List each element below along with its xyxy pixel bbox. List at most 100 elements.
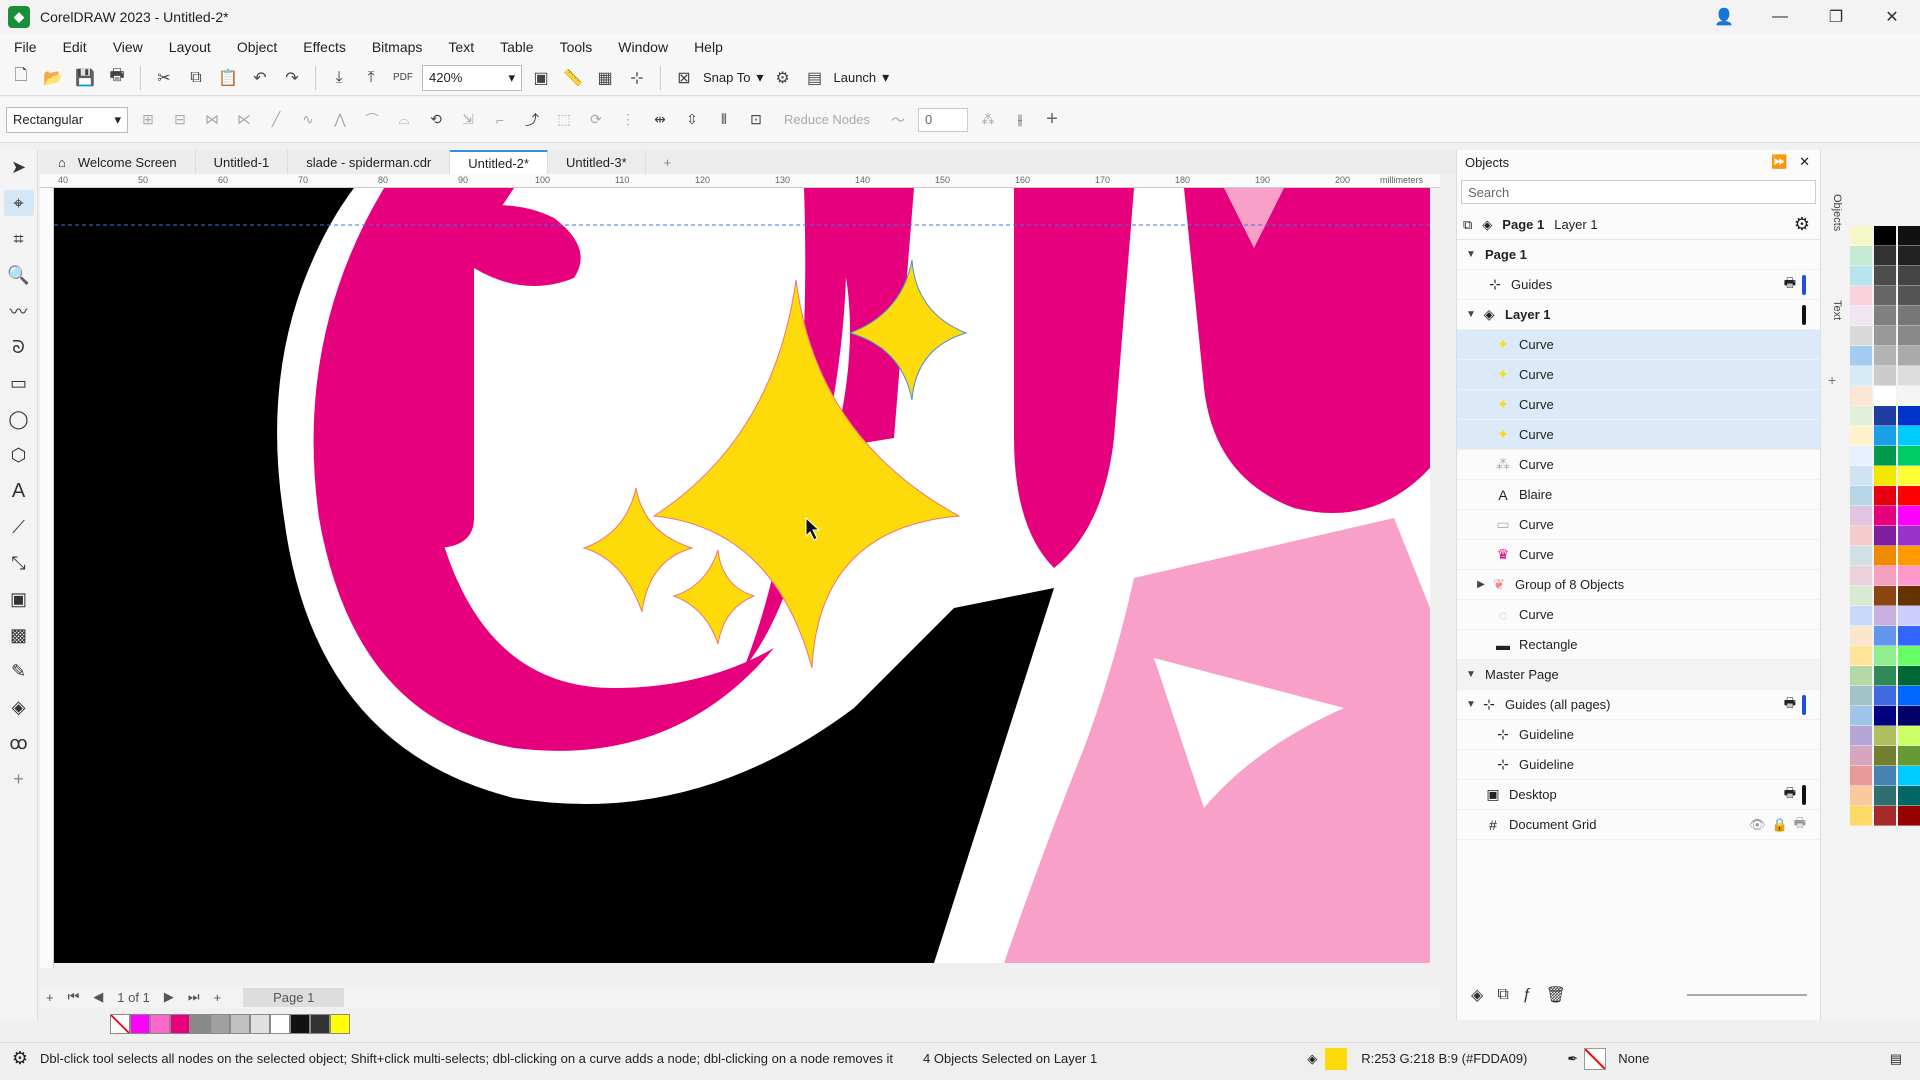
extend-curve-icon[interactable]: ⇲ — [456, 108, 480, 132]
selection-mode-select[interactable]: Rectangular ▾ — [6, 106, 128, 133]
outline-none-swatch[interactable] — [1584, 1047, 1607, 1070]
visibility-eye-icon[interactable]: 👁 — [1749, 817, 1766, 833]
align-nodes-icon[interactable]: ⋮ — [616, 108, 640, 132]
color-swatch[interactable] — [1898, 646, 1920, 666]
options-gear-icon[interactable]: ⚙ — [770, 65, 796, 91]
tree-row-curve[interactable]: ✦ Curve — [1457, 390, 1820, 420]
color-swatch[interactable] — [1898, 486, 1920, 506]
tree-row-curve[interactable]: ✦ Curve — [1457, 420, 1820, 450]
crop-tool-icon[interactable]: ⌗ — [4, 226, 34, 252]
add-node-icon[interactable]: ⊞ — [136, 108, 160, 132]
tree-row-guides[interactable]: ⊹ Guides 🖶 — [1457, 270, 1820, 300]
tab-slade-spiderman[interactable]: slade - spiderman.cdr — [288, 150, 451, 174]
color-swatch[interactable] — [1898, 366, 1920, 386]
color-swatch[interactable] — [210, 1014, 230, 1034]
tree-row-curve[interactable]: ✦ Curve — [1457, 330, 1820, 360]
export-icon[interactable]: ⤒ — [358, 65, 384, 91]
color-swatch[interactable] — [1850, 706, 1872, 726]
color-swatch[interactable] — [1898, 566, 1920, 586]
color-swatch[interactable] — [1898, 266, 1920, 286]
color-swatch[interactable] — [1850, 606, 1872, 626]
tree-row-rectangle[interactable]: ▬ Rectangle — [1457, 630, 1820, 660]
color-swatch[interactable] — [1898, 466, 1920, 486]
color-settings-icon[interactable]: ▤ — [1890, 1051, 1902, 1067]
page-tab[interactable]: Page 1 — [243, 987, 345, 1007]
color-swatch[interactable] — [1898, 226, 1920, 246]
tree-row-layer-1[interactable]: ▼ ◈ Layer 1 — [1457, 300, 1820, 330]
color-swatch[interactable] — [1874, 726, 1896, 746]
node-snap-icon[interactable]: ⁂ — [976, 108, 1000, 132]
color-swatch[interactable] — [130, 1014, 150, 1034]
color-swatch[interactable] — [1874, 666, 1896, 686]
delete-node-icon[interactable]: ⊟ — [168, 108, 192, 132]
text-tool-icon[interactable]: A — [4, 478, 34, 504]
eyedropper-tool-icon[interactable]: ✎ — [4, 658, 34, 684]
color-swatch[interactable] — [1874, 246, 1896, 266]
pick-tool-icon[interactable]: ➤ — [4, 154, 34, 180]
color-swatch[interactable] — [1874, 786, 1896, 806]
color-swatch[interactable] — [1898, 286, 1920, 306]
color-swatch[interactable] — [1850, 726, 1872, 746]
reflect-horizontal-icon[interactable]: ⇹ — [648, 108, 672, 132]
objects-side-tab[interactable]: Objects — [1827, 194, 1843, 231]
add-page-after-icon[interactable]: + — [214, 990, 222, 1005]
color-swatch[interactable] — [1874, 706, 1896, 726]
color-swatch[interactable] — [1850, 446, 1872, 466]
show-guidelines-icon[interactable]: ⊹ — [624, 65, 650, 91]
color-swatch[interactable] — [1898, 666, 1920, 686]
tree-row-curve[interactable]: ✦ Curve — [1457, 360, 1820, 390]
add-page-icon[interactable]: + — [46, 990, 54, 1005]
color-swatch[interactable] — [1850, 386, 1872, 406]
chevron-down-icon[interactable]: ▼ — [1463, 669, 1479, 680]
color-swatch[interactable] — [1898, 386, 1920, 406]
chevron-down-icon[interactable]: ▾ — [882, 69, 889, 86]
color-swatch[interactable] — [1874, 806, 1896, 826]
color-swatch[interactable] — [1898, 766, 1920, 786]
outline-pen-icon[interactable]: ✒ — [1567, 1051, 1578, 1067]
copy-icon[interactable]: ⧉ — [183, 65, 209, 91]
reduce-nodes-button[interactable]: Reduce Nodes — [784, 112, 870, 127]
break-curve-icon[interactable]: ⋉ — [232, 108, 256, 132]
print-icon[interactable]: 🖶 — [104, 65, 130, 91]
rotate-nodes-icon[interactable]: ⟳ — [584, 108, 608, 132]
launch-icon[interactable]: ▤ — [802, 65, 828, 91]
color-swatch[interactable] — [1874, 226, 1896, 246]
add-property-icon[interactable]: + — [1040, 108, 1064, 132]
snap-off-icon[interactable]: ⊠ — [671, 65, 697, 91]
tree-row-curve[interactable]: ♛ Curve — [1457, 540, 1820, 570]
new-master-layer-icon[interactable]: ⧉ — [1497, 986, 1508, 1004]
snap-to-button[interactable]: Snap To — [703, 70, 750, 85]
first-page-icon[interactable]: ⏮ — [68, 989, 80, 1005]
zoom-tool-icon[interactable]: 🔍 — [4, 262, 34, 288]
menu-help[interactable]: Help — [680, 39, 735, 55]
shape-tool-icon[interactable]: ⌖ — [3, 190, 34, 216]
color-swatch[interactable] — [1874, 626, 1896, 646]
open-folder-icon[interactable]: 📂 — [40, 65, 66, 91]
color-swatch[interactable] — [1850, 506, 1872, 526]
close-button[interactable]: ✕ — [1864, 0, 1920, 34]
zoom-level-select[interactable]: 420% ▾ — [422, 64, 522, 91]
color-swatch[interactable] — [1874, 286, 1896, 306]
last-page-icon[interactable]: ⏭ — [188, 989, 200, 1005]
tab-welcome-screen[interactable]: ⌂ Welcome Screen — [40, 150, 196, 174]
color-swatch[interactable] — [1874, 346, 1896, 366]
color-swatch[interactable] — [1898, 326, 1920, 346]
color-swatch[interactable] — [1874, 766, 1896, 786]
color-swatch[interactable] — [1898, 246, 1920, 266]
elastic-mode-icon[interactable]: ⦀ — [712, 108, 736, 132]
polygon-tool-icon[interactable]: ⬡ — [4, 442, 34, 468]
freehand-tool-icon[interactable]: 〰 — [4, 298, 34, 324]
menu-layout[interactable]: Layout — [155, 39, 223, 55]
tree-row-desktop[interactable]: ▣ Desktop 🖶 — [1457, 780, 1820, 810]
delete-icon[interactable]: 🗑 — [1546, 985, 1566, 1005]
color-swatch[interactable] — [1850, 306, 1872, 326]
color-swatch[interactable] — [250, 1014, 270, 1034]
menu-effects[interactable]: Effects — [289, 39, 358, 55]
color-swatch[interactable] — [1850, 526, 1872, 546]
color-swatch[interactable] — [1898, 806, 1920, 826]
color-swatch[interactable] — [230, 1014, 250, 1034]
color-swatch[interactable] — [1898, 506, 1920, 526]
color-swatch[interactable] — [1898, 586, 1920, 606]
transparency-tool-icon[interactable]: ▩ — [4, 622, 34, 648]
show-rulers-icon[interactable]: 📏 — [560, 65, 586, 91]
